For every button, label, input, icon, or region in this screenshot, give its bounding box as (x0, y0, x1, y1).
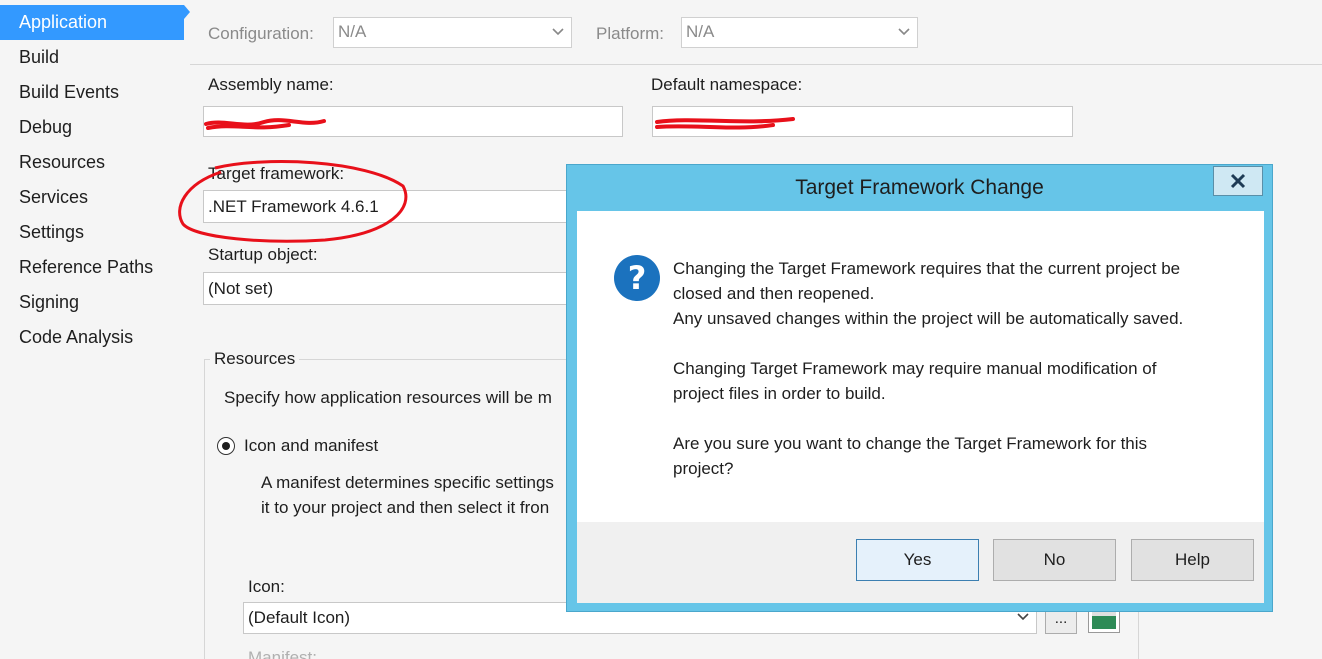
dialog-message-line: Any unsaved changes within the project w… (673, 309, 1184, 328)
sidebar-item-resources[interactable]: Resources (0, 145, 184, 180)
sidebar: Application Build Build Events Debug Res… (0, 0, 190, 659)
sidebar-item-settings[interactable]: Settings (0, 215, 184, 250)
sidebar-item-debug[interactable]: Debug (0, 110, 184, 145)
dialog-title: Target Framework Change (795, 176, 1044, 199)
svg-text:?: ? (628, 259, 647, 297)
dialog-message-line: Changing the Target Framework requires t… (673, 259, 1181, 278)
sidebar-item-build-events[interactable]: Build Events (0, 75, 184, 110)
configuration-label: Configuration: (208, 24, 314, 43)
default-namespace-label: Default namespace: (651, 75, 803, 94)
startup-object-dropdown[interactable]: (Not set) (203, 272, 583, 305)
manifest-label-partial: Manifest: (248, 648, 317, 659)
dialog-message-line: Changing Target Framework may require ma… (673, 359, 1157, 378)
resources-description: Specify how application resources will b… (224, 388, 552, 407)
chevron-down-icon (552, 28, 564, 36)
default-namespace-input[interactable] (652, 106, 1073, 137)
icon-and-manifest-radio[interactable] (217, 437, 235, 455)
chevron-down-icon (898, 28, 910, 36)
configuration-value: N/A (338, 22, 367, 41)
sidebar-item-services[interactable]: Services (0, 180, 184, 215)
dialog-close-button[interactable] (1213, 166, 1263, 196)
dialog-button-bar: Yes No Help (577, 522, 1264, 603)
platform-label: Platform: (596, 24, 665, 43)
sidebar-item-code-analysis[interactable]: Code Analysis (0, 320, 184, 355)
annotation-circle (178, 160, 408, 243)
icon-label: Icon: (248, 577, 285, 596)
dialog-message-line: project files in order to build. (673, 384, 886, 403)
redaction-scribble (655, 117, 795, 130)
manifest-description-line2: it to your project and then select it fr… (261, 498, 550, 517)
configuration-dropdown[interactable]: N/A (333, 17, 572, 48)
help-button[interactable]: Help (1131, 539, 1254, 581)
startup-object-label: Startup object: (208, 245, 318, 264)
target-framework-change-dialog: Target Framework Change ? Changing the T… (566, 164, 1273, 612)
platform-dropdown[interactable]: N/A (681, 17, 918, 48)
platform-value: N/A (686, 22, 715, 41)
startup-object-value: (Not set) (208, 279, 274, 298)
no-button[interactable]: No (993, 539, 1116, 581)
close-icon (1230, 173, 1246, 189)
dialog-body: ? Changing the Target Framework requires… (577, 211, 1264, 522)
icon-value: (Default Icon) (248, 608, 351, 627)
redaction-scribble (204, 118, 326, 130)
sidebar-item-signing[interactable]: Signing (0, 285, 184, 320)
sidebar-item-reference-paths[interactable]: Reference Paths (0, 250, 184, 285)
icon-and-manifest-label: Icon and manifest (244, 436, 379, 455)
question-icon: ? (614, 255, 660, 301)
dialog-message-line: closed and then reopened. (673, 284, 875, 303)
sidebar-item-application[interactable]: Application (0, 5, 184, 40)
yes-button[interactable]: Yes (856, 539, 979, 581)
resources-group-label: Resources (210, 349, 300, 369)
active-indicator-arrow (184, 5, 190, 19)
sidebar-item-build[interactable]: Build (0, 40, 184, 75)
dialog-message-line: Are you sure you want to change the Targ… (673, 434, 1148, 453)
assembly-name-label: Assembly name: (208, 75, 334, 94)
dialog-message-line: project? (673, 459, 734, 478)
assembly-name-input[interactable] (203, 106, 623, 137)
manifest-description-line1: A manifest determines specific settings (261, 473, 554, 492)
toolbar-divider (190, 64, 1322, 65)
